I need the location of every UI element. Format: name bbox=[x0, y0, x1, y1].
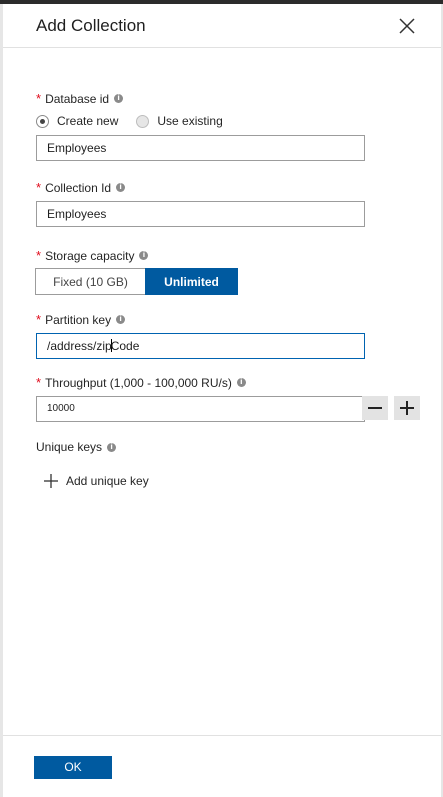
add-unique-key-button[interactable]: Add unique key bbox=[44, 474, 149, 488]
database-id-label: * Database id i bbox=[36, 91, 124, 106]
required-marker: * bbox=[36, 375, 42, 390]
info-icon[interactable]: i bbox=[116, 183, 126, 192]
panel-title: Add Collection bbox=[36, 16, 146, 35]
info-icon[interactable]: i bbox=[116, 315, 126, 324]
partition-key-label-text: Partition key bbox=[45, 312, 112, 327]
info-icon[interactable]: i bbox=[236, 378, 246, 387]
throughput-label: * Throughput (1,000 - 100,000 RU/s) i bbox=[36, 375, 246, 390]
database-id-label-text: Database id bbox=[45, 91, 110, 106]
panel-left-border bbox=[0, 4, 3, 797]
info-icon[interactable]: i bbox=[114, 94, 124, 103]
collection-id-input[interactable]: Employees bbox=[36, 201, 365, 227]
collection-id-label-text: Collection Id bbox=[45, 180, 112, 195]
header-divider bbox=[3, 47, 441, 48]
close-icon[interactable] bbox=[395, 14, 419, 38]
storage-unlimited-option[interactable]: Unlimited bbox=[145, 268, 238, 295]
collection-id-label: * Collection Id i bbox=[36, 180, 126, 195]
throughput-input[interactable]: 10000 bbox=[36, 396, 365, 422]
storage-capacity-label: * Storage capacity i bbox=[36, 248, 149, 263]
unique-keys-label-text: Unique keys bbox=[36, 440, 103, 454]
unique-keys-label: Unique keys i bbox=[36, 440, 117, 454]
partition-key-text-after: Code bbox=[110, 339, 140, 353]
partition-key-text-before: /address/zip bbox=[47, 339, 112, 353]
info-icon[interactable]: i bbox=[107, 442, 117, 452]
database-radio-group: Create new Use existing bbox=[36, 114, 241, 128]
database-id-input[interactable]: Employees bbox=[36, 135, 365, 161]
minus-icon bbox=[368, 407, 382, 409]
partition-key-label: * Partition key i bbox=[36, 312, 126, 327]
storage-capacity-label-text: Storage capacity bbox=[45, 248, 135, 263]
radio-create-new[interactable] bbox=[36, 114, 49, 128]
storage-fixed-option[interactable]: Fixed (10 GB) bbox=[35, 268, 145, 295]
top-bar bbox=[0, 0, 443, 4]
footer-divider bbox=[3, 735, 441, 736]
info-icon[interactable]: i bbox=[139, 251, 149, 260]
radio-use-existing-label[interactable]: Use existing bbox=[157, 114, 222, 128]
required-marker: * bbox=[36, 248, 42, 263]
partition-key-input[interactable]: /address/zipCode bbox=[36, 333, 365, 359]
radio-use-existing[interactable] bbox=[136, 114, 150, 128]
add-unique-key-label: Add unique key bbox=[66, 474, 149, 488]
increment-button[interactable] bbox=[394, 396, 420, 420]
required-marker: * bbox=[36, 91, 42, 106]
plus-icon bbox=[400, 401, 414, 415]
close-button[interactable] bbox=[395, 14, 419, 38]
plus-icon bbox=[44, 474, 58, 488]
radio-create-new-label[interactable]: Create new bbox=[57, 114, 118, 128]
required-marker: * bbox=[36, 312, 42, 327]
decrement-button[interactable] bbox=[362, 396, 388, 420]
ok-button[interactable]: OK bbox=[34, 756, 112, 779]
throughput-label-text: Throughput (1,000 - 100,000 RU/s) bbox=[45, 375, 232, 390]
required-marker: * bbox=[36, 180, 42, 195]
